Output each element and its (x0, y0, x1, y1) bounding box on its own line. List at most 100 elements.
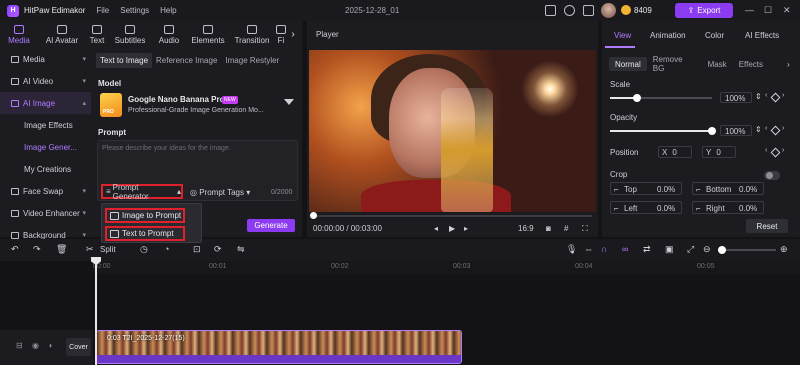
rotate-icon[interactable]: ⟳ (214, 244, 222, 255)
aspect-ratio-select[interactable]: 16:9 (518, 224, 534, 233)
tab-elements[interactable]: Elements (186, 21, 230, 47)
tab-ai-avatar[interactable]: AI Avatar (38, 21, 86, 47)
undo-icon[interactable]: ↶ (11, 244, 19, 255)
fit-icon[interactable]: ⤢ (687, 244, 694, 255)
preview-quality-icon[interactable]: ▣ (665, 244, 674, 255)
model-selector[interactable]: PRO Google Nano Banana Pro NEW Professio… (97, 91, 298, 119)
next-keyframe-icon[interactable]: › (782, 92, 784, 99)
position-y-input[interactable]: Y0 (702, 146, 736, 158)
keyframe-icon[interactable] (770, 92, 781, 103)
sidebar-item-my-creations[interactable]: My Creations (0, 158, 91, 180)
menu-item-image-to-prompt[interactable]: Image to Prompt (105, 208, 185, 223)
segment-effects[interactable]: Effects (733, 57, 769, 71)
scrubber-handle[interactable] (310, 212, 317, 219)
next-frame-icon[interactable]: ▸ (464, 224, 468, 233)
sidebar-item-face-swap[interactable]: Face Swap ▾ (0, 180, 91, 202)
ripple-icon[interactable]: ⇄ (643, 244, 651, 255)
tabs-next-icon[interactable]: › (288, 21, 298, 47)
next-keyframe-icon[interactable]: › (782, 125, 784, 132)
position-x-input[interactable]: X0 (658, 146, 692, 158)
stepper-icon[interactable]: ⇕ (755, 125, 762, 134)
crop-bottom-input[interactable]: ⌐ Bottom 0.0% (692, 182, 764, 195)
menu-help[interactable]: Help (160, 6, 176, 15)
keyframe-icon[interactable] (770, 147, 781, 158)
subtab-image-restyler[interactable]: Image Restyler (221, 53, 283, 68)
opacity-thumb[interactable] (708, 127, 716, 135)
link-icon[interactable]: ∞ (622, 244, 628, 254)
menu-file[interactable]: File (96, 6, 109, 15)
prev-keyframe-icon[interactable]: ‹ (765, 147, 767, 154)
tab-color[interactable]: Color (705, 31, 724, 40)
redo-icon[interactable]: ↷ (33, 244, 41, 255)
screenshot-icon[interactable] (545, 5, 556, 16)
keyframe-icon[interactable] (770, 125, 781, 136)
tab-subtitles[interactable]: Subtitles (108, 21, 152, 47)
delete-icon[interactable]: 🗑 (56, 244, 67, 255)
playback-scrubber[interactable] (310, 212, 592, 219)
split-icon[interactable]: ✂ (86, 244, 94, 255)
split-label[interactable]: Split (100, 245, 116, 254)
sidebar-item-image-generator[interactable]: Image Gener... (0, 136, 91, 158)
segment-remove-bg[interactable]: Remove BG (647, 55, 702, 73)
speed-icon[interactable]: ◷ (140, 244, 148, 255)
tab-text[interactable]: Text (86, 21, 108, 47)
scale-slider[interactable] (610, 94, 712, 102)
opacity-slider[interactable] (610, 127, 716, 135)
sidebar-item-ai-image[interactable]: AI Image ▴ (0, 92, 91, 114)
prompt-generator-button[interactable]: ≡ Prompt Generator ▴ (101, 183, 183, 201)
avatar[interactable] (601, 3, 616, 18)
zoom-thumb[interactable] (718, 246, 726, 254)
freeze-icon[interactable]: ◔ (164, 244, 169, 254)
play-icon[interactable]: ▶ (449, 224, 455, 233)
split-audio-icon[interactable]: ⇔ (584, 244, 593, 254)
prev-keyframe-icon[interactable]: ‹ (765, 92, 767, 99)
snapshot-icon[interactable]: ◙ (546, 224, 551, 233)
close-icon[interactable]: ✕ (783, 5, 791, 16)
magnet-icon[interactable]: ∩ (601, 244, 607, 254)
zoom-in-icon[interactable]: ⊕ (780, 244, 788, 255)
timeline-ruler[interactable]: 00:00 00:01 00:02 00:03 00:04 00:05 (93, 261, 800, 274)
tab-audio[interactable]: Audio (152, 21, 186, 47)
crop-right-input[interactable]: ⌐ Right 0.0% (692, 201, 764, 214)
minimize-icon[interactable]: — (745, 5, 754, 15)
prompt-tags-button[interactable]: ◎ Prompt Tags ▾ (190, 188, 250, 197)
image-clip[interactable]: 0:03 T2I_2025-12-27(15) (96, 330, 462, 364)
menu-item-text-to-prompt[interactable]: Text to Prompt (105, 226, 185, 241)
maximize-icon[interactable]: ☐ (764, 5, 772, 16)
fullscreen-icon[interactable]: ⛶ (582, 224, 588, 234)
sidebar-item-video-enhancer[interactable]: Video Enhancer ▾ (0, 202, 91, 224)
mute-icon[interactable]: ◖ (48, 341, 53, 350)
tab-ai-effects[interactable]: AI Effects (745, 31, 779, 40)
next-keyframe-icon[interactable]: › (782, 147, 784, 154)
tab-filters[interactable]: Fi (274, 21, 288, 47)
crop-icon[interactable]: ⊡ (193, 244, 201, 255)
chevron-right-icon[interactable]: › (787, 60, 790, 69)
generate-button[interactable]: Generate (247, 219, 295, 232)
scale-thumb[interactable] (632, 94, 641, 102)
prev-frame-icon[interactable]: ◂ (434, 224, 438, 233)
crop-left-input[interactable]: ⌐ Left 0.0% (610, 201, 682, 214)
microphone-icon[interactable]: 🎙 (566, 244, 577, 255)
tab-media[interactable]: Media (0, 21, 38, 47)
sidebar-item-image-effects[interactable]: Image Effects (0, 114, 91, 136)
tab-view[interactable]: View (614, 31, 631, 40)
stepper-icon[interactable]: ⇕ (755, 92, 762, 101)
sidebar-item-media[interactable]: Media ▾ (0, 48, 91, 70)
tab-transition[interactable]: Transition (230, 21, 274, 47)
grid-icon[interactable]: # (564, 224, 568, 233)
zoom-slider[interactable] (718, 246, 776, 254)
zoom-out-icon[interactable]: ⊖ (703, 244, 711, 255)
help-icon[interactable] (564, 5, 575, 16)
export-button[interactable]: ⇪ Export (675, 3, 733, 18)
eye-icon[interactable]: ◉ (32, 341, 39, 350)
subtab-text-to-image[interactable]: Text to Image (96, 53, 153, 68)
playhead[interactable] (95, 258, 97, 365)
cover-button[interactable]: Cover (66, 338, 91, 356)
crop-top-input[interactable]: ⌐ Top 0.0% (610, 182, 682, 195)
sidebar-item-ai-video[interactable]: AI Video ▾ (0, 70, 91, 92)
tab-animation[interactable]: Animation (650, 31, 686, 40)
flip-icon[interactable]: ⇋ (237, 244, 245, 255)
segment-mask[interactable]: Mask (702, 57, 733, 71)
notification-icon[interactable] (583, 5, 594, 16)
crop-toggle[interactable] (764, 171, 780, 180)
